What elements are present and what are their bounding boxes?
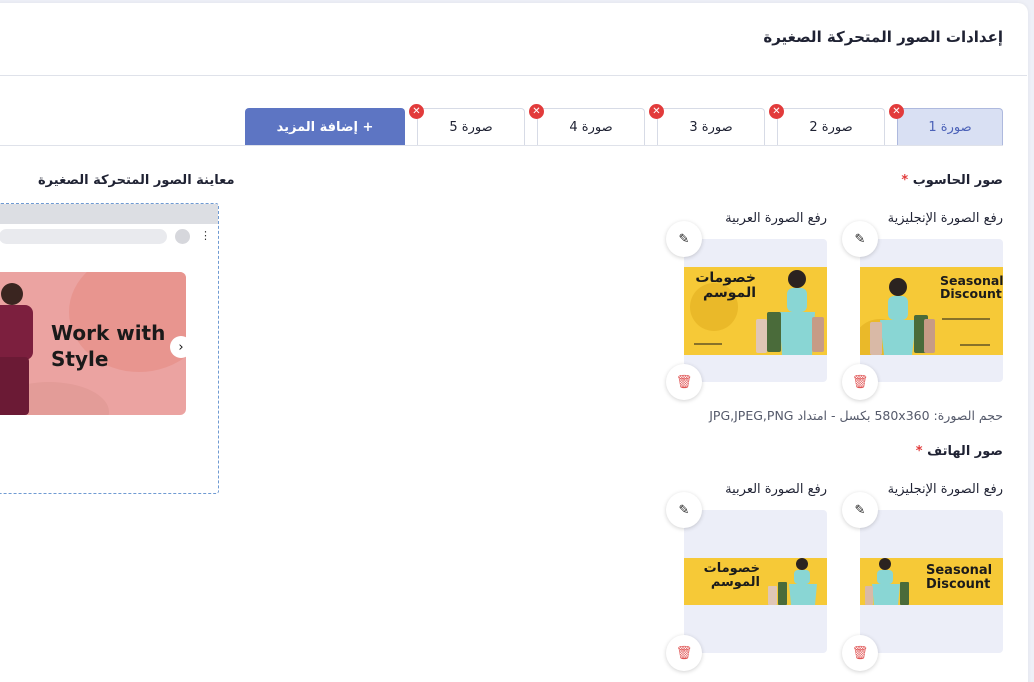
banner-text: خصومات الموسم bbox=[695, 270, 756, 301]
remove-tab-4-icon[interactable]: ✕ bbox=[529, 104, 544, 119]
edit-pencil-icon[interactable]: ✎ bbox=[842, 221, 878, 257]
preview-hero-banner: Work with Style bbox=[0, 272, 186, 415]
tab-image-5[interactable]: صورة 5 bbox=[417, 108, 525, 146]
browser-bar bbox=[0, 204, 218, 224]
desktop-arabic-image-slot[interactable]: خصومات الموسم bbox=[684, 239, 827, 382]
tab-image-1[interactable]: صورة 1 bbox=[897, 108, 1003, 146]
mobile-images-label: صور الهاتف * bbox=[915, 444, 1003, 459]
mobile-arabic-banner: خصومات الموسم bbox=[684, 558, 827, 605]
edit-pencil-icon[interactable]: ✎ bbox=[842, 492, 878, 528]
delete-trash-icon[interactable]: 🗑 bbox=[842, 635, 878, 671]
tab-image-2[interactable]: صورة 2 bbox=[777, 108, 885, 146]
mobile-arabic-image-slot[interactable]: خصومات الموسم bbox=[684, 510, 827, 653]
header-divider bbox=[0, 75, 1027, 76]
banner-text: خصومات الموسم bbox=[703, 561, 760, 590]
tab-image-3[interactable]: صورة 3 bbox=[657, 108, 765, 146]
delete-trash-icon[interactable]: 🗑 bbox=[666, 635, 702, 671]
mobile-english-upload-label: رفع الصورة الإنجليزية bbox=[887, 482, 1003, 497]
page-title: إعدادات الصور المتحركة الصغيرة bbox=[763, 28, 1003, 46]
mobile-arabic-upload-label: رفع الصورة العربية bbox=[725, 482, 827, 497]
tabs-divider bbox=[0, 145, 1003, 146]
preview-title: معاينة الصور المتحركة الصغيرة bbox=[38, 173, 235, 188]
add-more-button[interactable]: + إضافة المزيد bbox=[245, 108, 405, 146]
edit-pencil-icon[interactable]: ✎ bbox=[666, 492, 702, 528]
banner-text: Seasonal Discount bbox=[926, 563, 993, 592]
remove-tab-5-icon[interactable]: ✕ bbox=[409, 104, 424, 119]
delete-trash-icon[interactable]: 🗑 bbox=[842, 364, 878, 400]
remove-tab-3-icon[interactable]: ✕ bbox=[649, 104, 664, 119]
carousel-preview: ⋮ Work with Style › bbox=[0, 203, 219, 494]
profile-dot bbox=[175, 229, 190, 244]
desktop-image-hint: حجم الصورة: 580x360 بكسل - امتداد JPG,JP… bbox=[709, 408, 1003, 423]
tab-image-4[interactable]: صورة 4 bbox=[537, 108, 645, 146]
remove-tab-2-icon[interactable]: ✕ bbox=[769, 104, 784, 119]
edit-pencil-icon[interactable]: ✎ bbox=[666, 221, 702, 257]
remove-tab-1-icon[interactable]: ✕ bbox=[889, 104, 904, 119]
desktop-arabic-upload-label: رفع الصورة العربية bbox=[725, 211, 827, 226]
desktop-english-banner: Seasonal Discount bbox=[860, 267, 1003, 355]
hero-text: Work with Style bbox=[51, 321, 166, 371]
desktop-english-upload-label: رفع الصورة الإنجليزية bbox=[887, 211, 1003, 226]
banner-text: Seasonal Discount bbox=[940, 273, 1003, 302]
mobile-english-banner: Seasonal Discount bbox=[860, 558, 1003, 605]
desktop-english-image-slot[interactable]: Seasonal Discount bbox=[860, 239, 1003, 382]
url-bar bbox=[0, 229, 167, 244]
desktop-images-label: صور الحاسوب * bbox=[901, 173, 1003, 188]
desktop-arabic-banner: خصومات الموسم bbox=[684, 267, 827, 355]
chevron-right-icon[interactable]: › bbox=[170, 336, 192, 358]
delete-trash-icon[interactable]: 🗑 bbox=[666, 364, 702, 400]
mobile-english-image-slot[interactable]: Seasonal Discount bbox=[860, 510, 1003, 653]
kebab-menu-icon: ⋮ bbox=[200, 229, 211, 242]
